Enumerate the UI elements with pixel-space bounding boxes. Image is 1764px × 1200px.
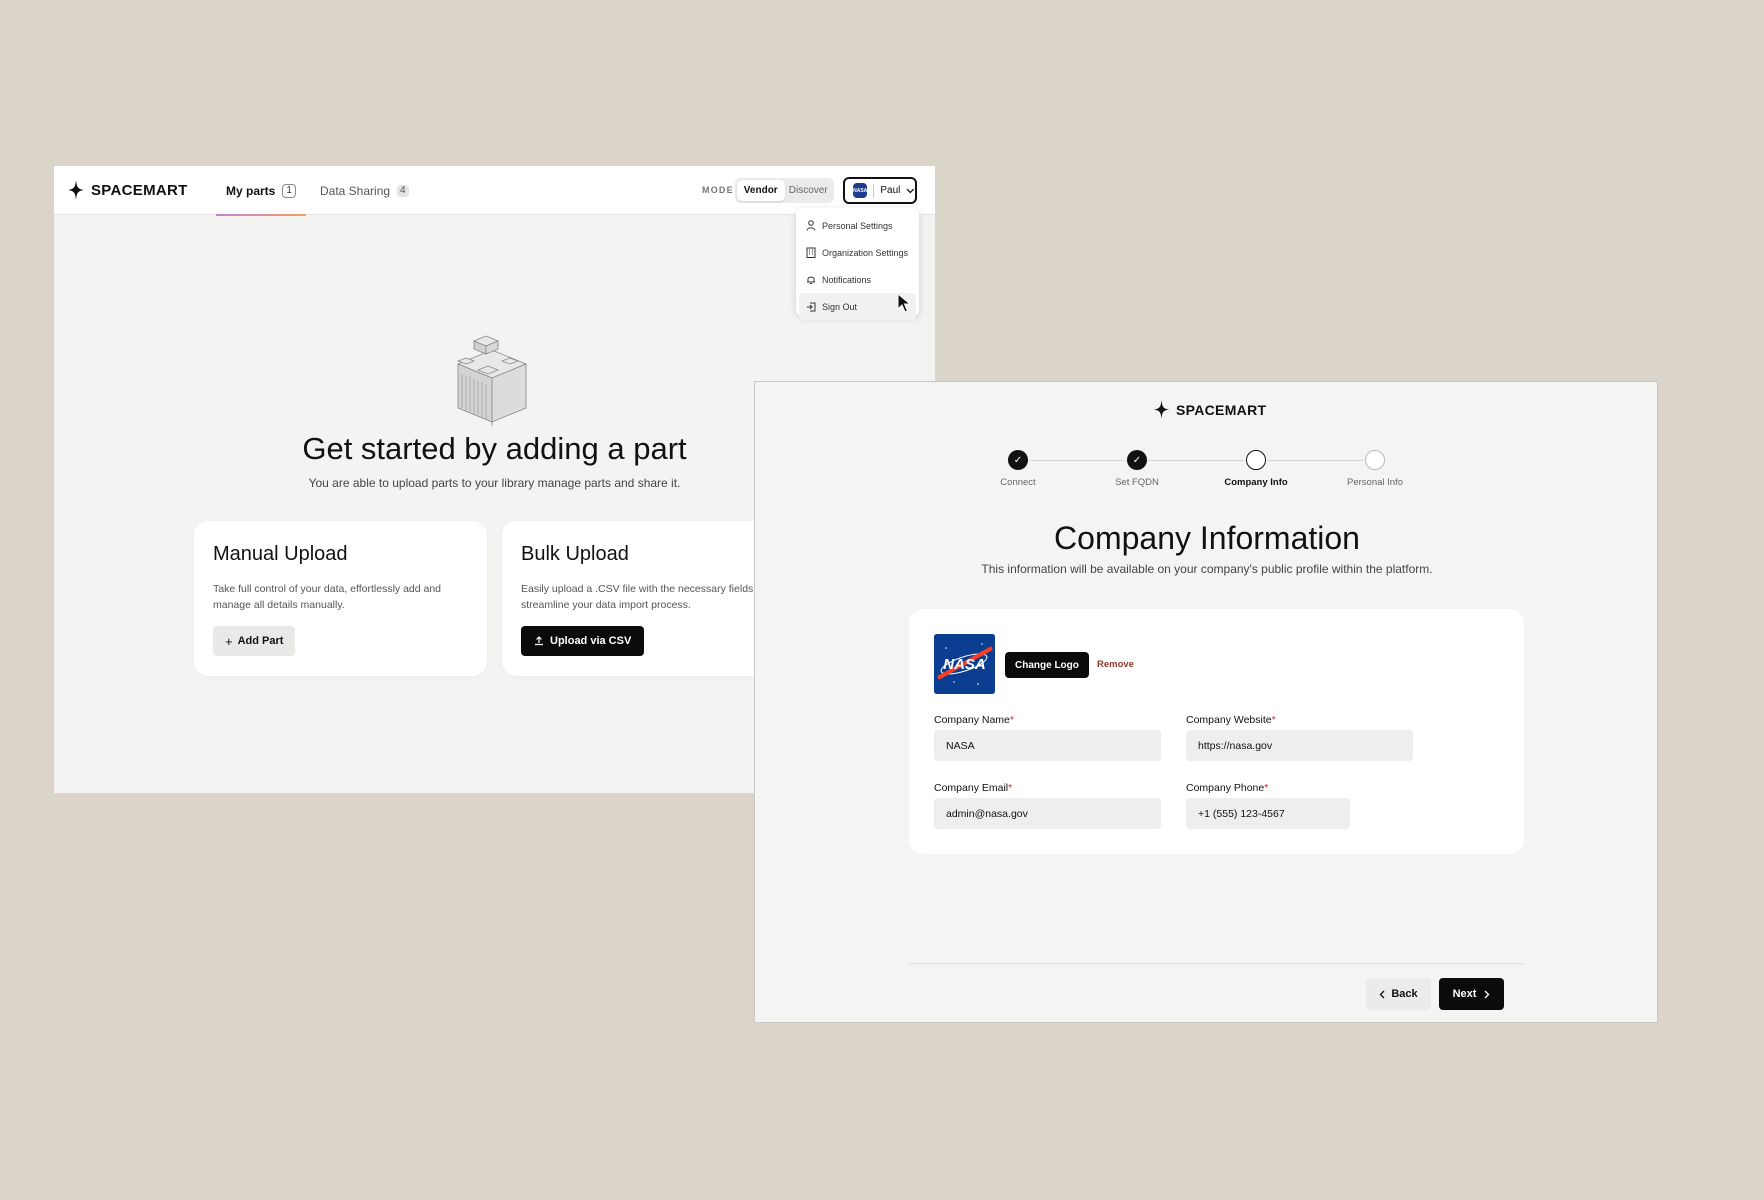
company-website-input[interactable] — [1186, 730, 1413, 761]
card-description: Take full control of your data, effortle… — [213, 583, 442, 611]
current-step-indicator — [1246, 450, 1266, 470]
required-marker: * — [1264, 782, 1269, 794]
required-marker: * — [1271, 714, 1276, 726]
user-name: Paul — [880, 185, 901, 196]
button-label: Upload via CSV — [550, 635, 632, 647]
add-part-button[interactable]: + Add Part — [213, 626, 296, 656]
onboarding-window: SPACEMART ✓ Connect ✓ Set FQDN Company I… — [754, 381, 1658, 1023]
company-phone-input[interactable] — [1186, 798, 1350, 829]
brand-name: SPACEMART — [91, 181, 188, 199]
mode-label: MODE — [702, 185, 734, 195]
tab-count-badge: 4 — [397, 184, 409, 197]
mode-vendor-option[interactable]: Vendor — [737, 180, 785, 201]
button-label: Next — [1452, 988, 1477, 1000]
back-button[interactable]: Back — [1366, 978, 1431, 1010]
company-website-label: Company Website* — [1186, 714, 1276, 726]
step-label: Set FQDN — [1115, 477, 1159, 488]
spark-icon — [68, 180, 84, 200]
change-logo-button[interactable]: Change Logo — [1005, 652, 1089, 678]
required-marker: * — [1009, 714, 1014, 726]
building-icon — [806, 247, 816, 258]
spark-icon — [1154, 400, 1169, 419]
label-text: Company Name — [934, 714, 1010, 726]
step-label: Connect — [1000, 477, 1036, 488]
menu-item-personal-settings[interactable]: Personal Settings — [799, 212, 916, 239]
manual-upload-card: Manual Upload Take full control of your … — [194, 521, 487, 676]
company-name-label: Company Name* — [934, 714, 1014, 726]
company-email-input[interactable] — [934, 798, 1161, 829]
label-text: Company Phone — [1186, 782, 1265, 794]
plus-icon: + — [225, 633, 233, 649]
user-menu-button[interactable]: NASA Paul — [843, 177, 917, 204]
tab-count-badge: 1 — [282, 183, 296, 198]
mode-discover-option[interactable]: Discover — [785, 180, 833, 201]
step-label: Personal Info — [1347, 477, 1403, 488]
mode-toggle: Vendor Discover — [735, 178, 834, 203]
menu-item-label: Sign Out — [822, 301, 858, 312]
step-set-fqdn: ✓ Set FQDN — [1092, 450, 1182, 488]
brand-name: SPACEMART — [1176, 401, 1267, 418]
upload-csv-button[interactable]: Upload via CSV — [521, 626, 645, 656]
company-phone-label: Company Phone* — [1186, 782, 1268, 794]
menu-item-label: Notifications — [822, 274, 872, 285]
upload-icon — [535, 636, 543, 646]
company-name-input[interactable] — [934, 730, 1161, 761]
button-label: Back — [1391, 988, 1418, 1000]
required-marker: * — [1008, 782, 1013, 794]
pending-step-indicator — [1365, 450, 1385, 470]
check-icon: ✓ — [1127, 450, 1147, 470]
user-icon — [806, 220, 816, 231]
avatar: NASA — [853, 183, 868, 198]
tab-my-parts[interactable]: My parts 1 — [216, 166, 306, 216]
company-email-label: Company Email* — [934, 782, 1012, 794]
button-label: Add Part — [237, 635, 284, 647]
chevron-left-icon — [1379, 990, 1385, 998]
next-button[interactable]: Next — [1439, 978, 1504, 1010]
step-personal-info: Personal Info — [1330, 450, 1420, 488]
tab-data-sharing[interactable]: Data Sharing 4 — [320, 166, 409, 215]
company-form-card: NASA Change Logo Remove Company Name* Co… — [909, 609, 1524, 854]
chevron-down-icon — [906, 188, 915, 193]
bell-icon — [807, 276, 815, 284]
menu-item-notifications[interactable]: Notifications — [799, 266, 916, 293]
card-title: Manual Upload — [213, 543, 348, 565]
page-title: Company Information — [1054, 520, 1360, 556]
divider — [873, 183, 875, 198]
step-company-info: Company Info — [1211, 450, 1301, 488]
label-text: Company Email — [934, 782, 1009, 794]
nasa-meatball-icon: NASA — [934, 634, 995, 694]
sign-out-icon — [807, 302, 816, 311]
footer-divider — [909, 963, 1524, 964]
brand-logo[interactable]: SPACEMART — [68, 180, 188, 200]
check-icon: ✓ — [1008, 450, 1028, 470]
page-subtitle: This information will be available on yo… — [981, 562, 1433, 576]
satellite-illustration — [456, 335, 528, 426]
step-connect: ✓ Connect — [973, 450, 1063, 488]
card-title: Bulk Upload — [521, 543, 629, 565]
menu-item-label: Personal Settings — [822, 220, 893, 231]
mouse-pointer-icon — [897, 293, 911, 313]
label-text: Company Website — [1186, 714, 1272, 726]
step-label: Company Info — [1224, 477, 1288, 488]
brand-logo: SPACEMART — [1154, 400, 1266, 419]
menu-item-label: Organization Settings — [822, 247, 909, 258]
chevron-right-icon — [1484, 990, 1490, 998]
company-logo: NASA — [934, 634, 995, 694]
tab-label: My parts — [226, 183, 276, 198]
menu-item-organization-settings[interactable]: Organization Settings — [799, 239, 916, 266]
remove-logo-link[interactable]: Remove — [1097, 659, 1134, 670]
card-description: Easily upload a .CSV file with the neces… — [521, 583, 754, 611]
logo-text: NASA — [943, 656, 986, 673]
tab-label: Data Sharing — [320, 183, 391, 198]
